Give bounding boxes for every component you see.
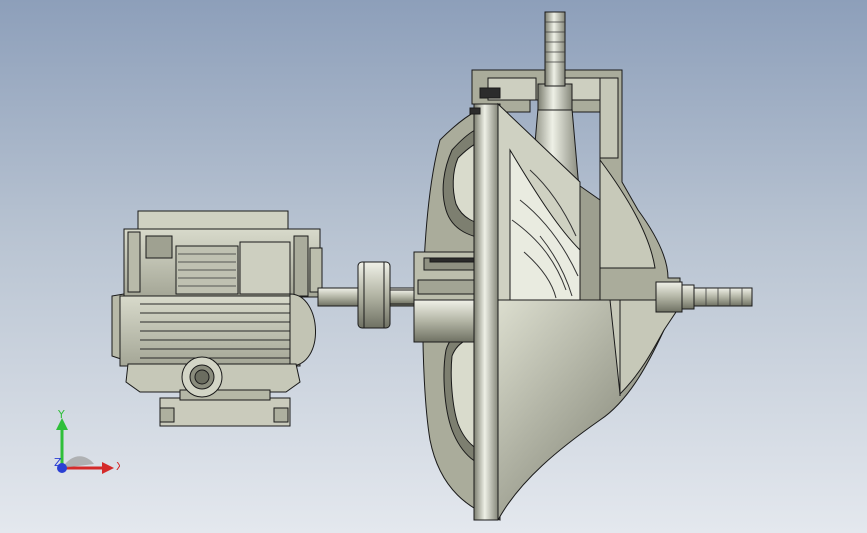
top-hose-nozzle[interactable] <box>544 11 566 87</box>
coupling-hub[interactable] <box>357 261 391 329</box>
cad-model-pump-assembly[interactable] <box>0 0 867 533</box>
back-plate[interactable] <box>473 103 499 521</box>
outlet-fitting[interactable] <box>655 281 683 313</box>
y-axis-label: Y <box>57 410 65 421</box>
motor-terminal-box[interactable] <box>137 210 289 232</box>
motor-foot[interactable] <box>159 397 291 427</box>
graphics-viewport[interactable]: X Y Z <box>0 0 867 533</box>
z-axis-label: Z <box>54 456 62 469</box>
motor[interactable] <box>111 210 323 427</box>
pump[interactable] <box>413 11 753 521</box>
coordinate-triad: X Y Z <box>54 410 120 474</box>
x-axis-label: X <box>116 460 120 473</box>
bolt <box>479 87 501 99</box>
side-hose-nozzle[interactable] <box>693 287 753 307</box>
